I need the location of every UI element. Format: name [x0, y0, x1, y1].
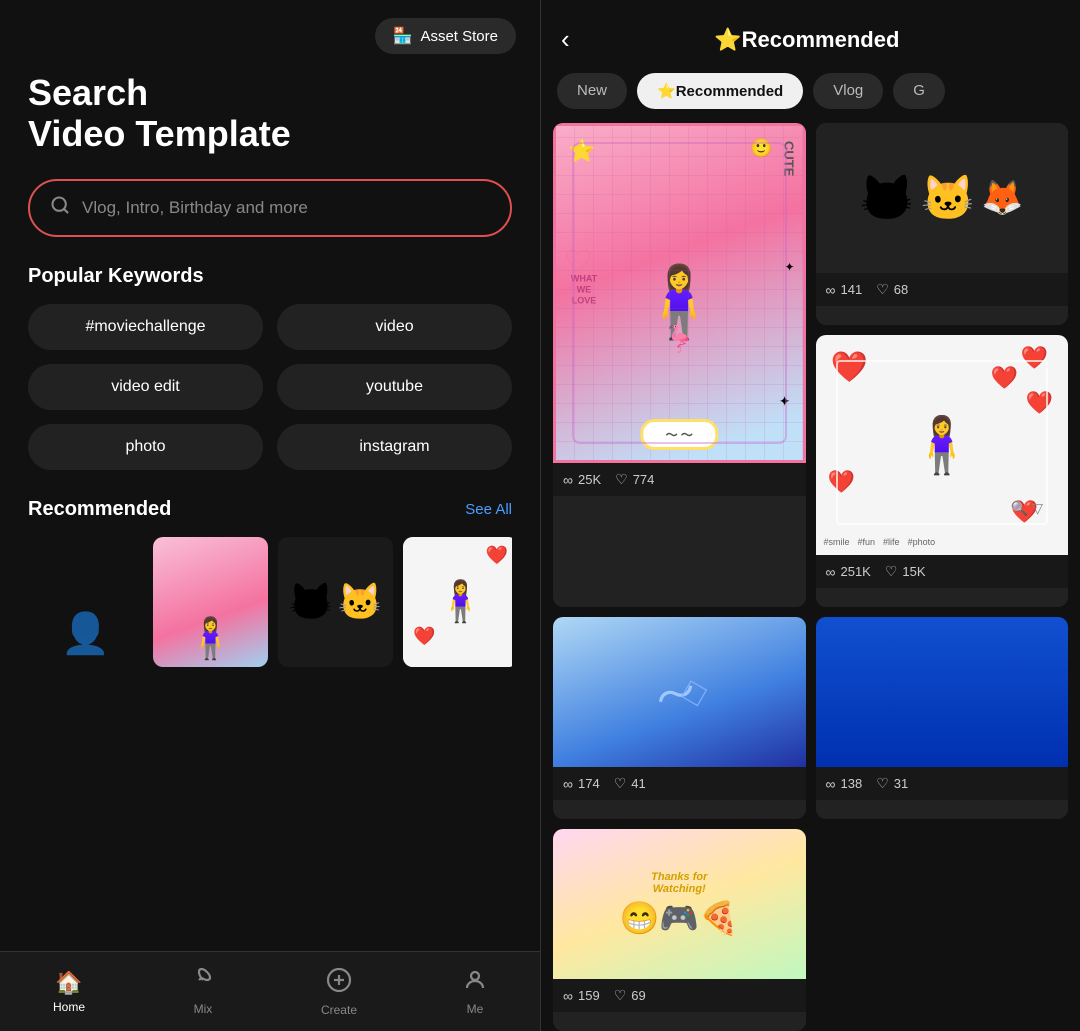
- thanks-chars: 😁🎮🍕: [619, 899, 739, 937]
- mix-icon: [191, 968, 215, 998]
- recommended-section-title: Recommended: [28, 498, 171, 521]
- tab-new[interactable]: New: [557, 73, 627, 109]
- keyword-video-edit[interactable]: video edit: [28, 364, 263, 410]
- content-grid: ⭐ 🙂 WHATWELOVE CUTE ♡ 🧍‍♀️ 🦩 ～ ～: [541, 123, 1080, 1031]
- nav-me[interactable]: Me: [463, 968, 487, 1016]
- keywords-grid: #moviechallenge video video edit youtube…: [0, 304, 540, 470]
- views-silhouette: ∞ 141: [826, 282, 863, 298]
- grid-stats-blue: ∞ 174 ♡ 41: [553, 767, 806, 800]
- grid-stats-thanks: ∞ 159 ♡ 69: [553, 979, 806, 1012]
- right-header: ‹ ⭐Recommended: [541, 0, 1080, 73]
- likes-blue: ♡ 41: [614, 775, 646, 792]
- popular-keywords-title: Popular Keywords: [0, 237, 540, 304]
- nav-mix-label: Mix: [194, 1002, 213, 1016]
- asset-icon: 🏪: [393, 26, 413, 46]
- likes-icon-2: ♡: [876, 281, 889, 298]
- keyword-youtube[interactable]: youtube: [277, 364, 512, 410]
- right-title: ⭐Recommended: [584, 27, 1030, 53]
- views-cute: ∞ 25K: [563, 472, 601, 488]
- likes-blue-solid: ♡ 31: [876, 775, 908, 792]
- page-title: Search Video Template: [0, 54, 540, 155]
- views-blue: ∞ 174: [563, 776, 600, 792]
- grid-stats-cute: ∞ 25K ♡ 774: [553, 463, 806, 496]
- me-icon: [463, 968, 487, 998]
- views-icon-5: ∞: [826, 776, 836, 792]
- left-panel: 🏪 Asset Store Search Video Template Vlog…: [0, 0, 540, 1031]
- tabs-row: New ⭐Recommended Vlog G: [541, 73, 1080, 123]
- tab-recommended[interactable]: ⭐Recommended: [637, 73, 803, 109]
- keyword-photo[interactable]: photo: [28, 424, 263, 470]
- likes-thanks: ♡ 69: [614, 987, 646, 1004]
- rec-thumb-1[interactable]: 👤: [28, 537, 143, 667]
- nav-create-label: Create: [321, 1003, 357, 1017]
- views-icon-4: ∞: [563, 776, 573, 792]
- nav-me-label: Me: [467, 1002, 484, 1016]
- views-thanks: ∞ 159: [563, 988, 600, 1004]
- views-icon-2: ∞: [826, 282, 836, 298]
- grid-stats-silhouette: ∞ 141 ♡ 68: [816, 273, 1069, 306]
- grid-item-cute[interactable]: ⭐ 🙂 WHATWELOVE CUTE ♡ 🧍‍♀️ 🦩 ～ ～: [553, 123, 806, 607]
- views-blue-solid: ∞ 138: [826, 776, 863, 792]
- views-icon-6: ∞: [563, 988, 573, 1004]
- likes-icon: ♡: [615, 471, 628, 488]
- likes-silhouette: ♡ 68: [876, 281, 908, 298]
- likes-icon-6: ♡: [614, 987, 627, 1004]
- likes-icon-4: ♡: [614, 775, 627, 792]
- search-placeholder-text: Vlog, Intro, Birthday and more: [82, 198, 308, 218]
- grid-item-blue-abstract[interactable]: 〜 □ ∞ 174 ♡ 41: [553, 617, 806, 819]
- grid-item-thanks[interactable]: Thanks forWatching! 😁🎮🍕 ∞ 159 ♡ 69: [553, 829, 806, 1031]
- create-icon: [326, 967, 352, 999]
- nav-create[interactable]: Create: [321, 967, 357, 1017]
- thanks-text: Thanks forWatching!: [651, 871, 707, 895]
- right-panel: ‹ ⭐Recommended New ⭐Recommended Vlog G ⭐…: [541, 0, 1080, 1031]
- recommended-thumbnails: 👤 🧍‍♀️ 🐱 🐱 🧍‍♀️ ❤️ ❤️: [28, 537, 512, 667]
- search-box-wrapper: Vlog, Intro, Birthday and more: [0, 155, 540, 237]
- recommended-header: Recommended See All: [28, 498, 512, 521]
- views-icon: ∞: [563, 472, 573, 488]
- likes-icon-3: ♡: [885, 563, 898, 580]
- rec-thumb-2[interactable]: 🧍‍♀️: [153, 537, 268, 667]
- search-box[interactable]: Vlog, Intro, Birthday and more: [28, 179, 512, 237]
- rec-thumb-3[interactable]: 🐱 🐱: [278, 537, 393, 667]
- grid-item-silhouette[interactable]: 🐱 🐱 🦊 ∞ 141 ♡ 68: [816, 123, 1069, 325]
- views-hearts: ∞ 251K: [826, 564, 871, 580]
- see-all-button[interactable]: See All: [465, 501, 512, 518]
- search-icon: [50, 195, 70, 221]
- asset-store-label: Asset Store: [420, 28, 498, 45]
- home-icon: 🏠: [55, 970, 82, 996]
- bottom-nav: 🏠 Home Mix Create: [0, 951, 540, 1031]
- nav-mix[interactable]: Mix: [191, 968, 215, 1016]
- keyword-moviechallenge[interactable]: #moviechallenge: [28, 304, 263, 350]
- back-button[interactable]: ‹: [557, 20, 574, 59]
- tab-vlog[interactable]: Vlog: [813, 73, 883, 109]
- nav-home-label: Home: [53, 1000, 85, 1014]
- tab-g[interactable]: G: [893, 73, 945, 109]
- likes-hearts: ♡ 15K: [885, 563, 926, 580]
- rec-thumb-4[interactable]: 🧍‍♀️ ❤️ ❤️: [403, 537, 512, 667]
- recommended-section: Recommended See All 👤 🧍‍♀️ 🐱 🐱: [0, 470, 540, 667]
- top-bar: 🏪 Asset Store: [0, 0, 540, 54]
- views-icon-3: ∞: [826, 564, 836, 580]
- grid-stats-blue-solid: ∞ 138 ♡ 31: [816, 767, 1069, 800]
- grid-stats-hearts: ∞ 251K ♡ 15K: [816, 555, 1069, 588]
- nav-home[interactable]: 🏠 Home: [53, 970, 85, 1014]
- keyword-instagram[interactable]: instagram: [277, 424, 512, 470]
- asset-store-button[interactable]: 🏪 Asset Store: [375, 18, 516, 54]
- likes-icon-5: ♡: [876, 775, 889, 792]
- grid-item-hearts[interactable]: ❤️ ❤️ ❤️ ❤️ ❤️ ❤️ 🧍‍♀️ #smile#fun#life#p…: [816, 335, 1069, 607]
- grid-item-blue-solid[interactable]: ∞ 138 ♡ 31: [816, 617, 1069, 819]
- keyword-video[interactable]: video: [277, 304, 512, 350]
- likes-cute: ♡ 774: [615, 471, 654, 488]
